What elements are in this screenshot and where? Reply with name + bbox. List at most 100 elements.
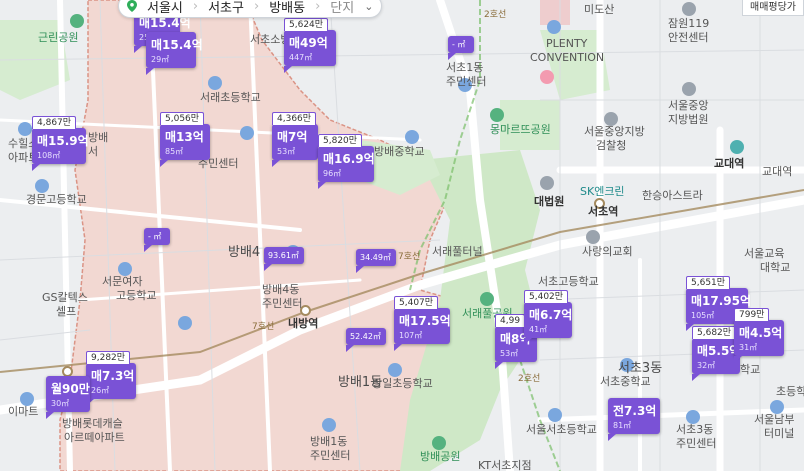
label-jamwon119: 잠원119 <box>668 17 710 30</box>
marker-unit-price: 4,366만 <box>272 112 317 125</box>
complex-filter-button[interactable]: 단지 <box>330 0 354 16</box>
label-bangbae4: 방배4 <box>228 245 261 260</box>
price-marker[interactable]: 5,682만 매5.5억 32㎡ <box>692 326 741 381</box>
label-gs: GS칼텍스 <box>42 291 88 304</box>
marker-price: 매15.9억 <box>37 134 89 148</box>
chevron-down-icon[interactable]: ⌄ <box>364 0 373 13</box>
region-filter-bar: 서울시 › 서초구 › 방배동 › 단지 ⌄ <box>118 0 383 18</box>
marker-area: 93.61㎡ <box>268 251 299 260</box>
price-marker[interactable]: 5,407만 매17.5억 107㎡ <box>394 296 451 351</box>
marker-price: 매5.5억 <box>697 344 741 358</box>
price-marker[interactable]: 34.49㎡ <box>356 249 396 273</box>
label-bangbae-middle: 방배중학교 <box>374 145 425 158</box>
marker-area: 81㎡ <box>613 421 632 430</box>
price-marker[interactable]: 4,366만 매7억 53㎡ <box>272 112 318 167</box>
park-icon <box>480 292 494 306</box>
marker-price: 매16.9억 <box>323 152 375 166</box>
marker-area: 53㎡ <box>277 147 296 156</box>
price-marker[interactable]: - ㎡ <box>448 36 474 60</box>
price-marker[interactable]: 5,402만 매6.7억 41㎡ <box>524 290 573 345</box>
price-marker[interactable]: 93.61㎡ <box>264 247 304 271</box>
marker-area: 53㎡ <box>500 349 519 358</box>
label-supreme-court: 대법원 <box>534 195 565 208</box>
marker-price: 매7.3억 <box>91 369 135 383</box>
marker-price: 매7억 <box>277 130 308 144</box>
marker-price: 매6.7억 <box>529 308 573 322</box>
label-mongmaru: 몽마르뜨공원 <box>490 123 551 136</box>
label-naebang-station: 내방역 <box>288 317 319 330</box>
marker-unit-price: 5,651만 <box>686 276 731 289</box>
label-seocho3-center2: 주민센터 <box>676 437 717 450</box>
park-icon <box>432 436 446 450</box>
price-marker[interactable]: 5,820만 매16.9억 96㎡ <box>318 134 375 189</box>
label-seoraepul: 서래풀터널 <box>432 245 483 258</box>
region-district-button[interactable]: 서초구 <box>208 0 244 16</box>
label-seoul-nambu: 서울남부 <box>754 413 795 426</box>
price-marker[interactable]: 52.42㎡ <box>346 328 386 352</box>
marker-price: 매17.95억 <box>691 294 752 308</box>
marker-area: 85㎡ <box>165 147 184 156</box>
label-gyodae: 교대역 <box>762 165 793 178</box>
label-seoul-edu2: 대학교 <box>760 261 791 274</box>
label-seocho3-center: 서초3동 <box>676 423 714 436</box>
label-geunrin-park: 근린공원 <box>38 31 79 44</box>
marker-unit-price: 9,282만 <box>86 351 131 364</box>
label-hak: 학교 <box>740 363 761 376</box>
label-seocho1-center: 서초1동 <box>446 61 484 74</box>
marker-price: 전7.3억 <box>613 404 657 418</box>
label-elem-school: 초등학교 <box>776 385 804 398</box>
label-bangbae4-center: 방배4동 <box>262 283 300 296</box>
marker-area: 107㎡ <box>399 331 423 340</box>
marker-area: - ㎡ <box>148 232 162 241</box>
marker-price: 매17.5억 <box>399 314 451 328</box>
map-canvas[interactable]: 근린공원 서래초등학교 서초소방 방배 서 수힐스 아파트 경문고등학교 방배중… <box>0 0 804 471</box>
price-marker[interactable]: - ㎡ <box>144 228 170 252</box>
label-seorae-elem: 서래초등학교 <box>200 91 261 104</box>
label-jamwon119b: 안전센터 <box>668 31 709 44</box>
price-marker[interactable]: 799만 매4.5억 31㎡ <box>734 308 784 363</box>
church-icon <box>586 230 600 244</box>
price-marker[interactable]: 5,056만 매13억 85㎡ <box>160 112 210 167</box>
map-base-layer <box>0 0 804 471</box>
label-seoul-nambu2: 터미널 <box>764 427 795 440</box>
building-icon <box>322 418 336 432</box>
price-marker[interactable]: 4,867만 매15.9억 108㎡ <box>32 116 89 171</box>
building-icon <box>240 126 254 140</box>
label-central-court2: 지방법원 <box>668 113 709 126</box>
school-icon <box>388 363 402 377</box>
label-midosan: 미도산 <box>584 3 615 16</box>
label-prosecutor: 서울중앙지방 <box>584 125 645 138</box>
marker-area: 30㎡ <box>51 399 70 408</box>
price-per-pyeong-button[interactable]: 매매평당가 <box>742 0 804 16</box>
label-seoul-edu: 서울교육 <box>744 247 785 260</box>
region-city-button[interactable]: 서울시 <box>147 0 183 16</box>
label-gs2: 셀프 <box>56 305 77 318</box>
label-seocho-station: 서초역 <box>588 205 619 218</box>
building-icon <box>686 410 700 424</box>
price-marker[interactable]: 전7.3억 81㎡ <box>608 398 660 441</box>
price-marker[interactable]: 월90만 30㎡ <box>46 376 90 419</box>
school-icon <box>35 179 49 193</box>
label-seoul-elem: 서울서초등학교 <box>526 423 597 436</box>
label-seocho1-center2: 주민센터 <box>446 75 487 88</box>
region-dong-button[interactable]: 방배동 <box>269 0 305 16</box>
label-bangbae4-center2: 주민센터 <box>262 297 303 310</box>
price-marker[interactable]: 9,282만 매7.3억 26㎡ <box>86 351 136 406</box>
school-icon <box>118 262 132 276</box>
marker-area: 29㎡ <box>151 55 170 64</box>
marker-price: 월90만 <box>51 382 90 396</box>
price-marker[interactable]: 매15.4억 29㎡ <box>146 32 203 75</box>
label-plenty2: CONVENTION <box>530 51 605 64</box>
school-icon <box>405 130 419 144</box>
marker-area: 41㎡ <box>529 325 548 334</box>
bus-icon <box>770 400 784 414</box>
marker-area: 52.42㎡ <box>350 332 381 341</box>
price-marker[interactable]: 5,624만 매49억 447㎡ <box>284 18 336 73</box>
marker-unit-price: 5,682만 <box>692 326 737 339</box>
location-pin-icon <box>127 0 137 12</box>
separator: › <box>253 0 260 14</box>
label-line7b: 7호선 <box>398 252 421 262</box>
label-plenty: PLENTY <box>546 37 588 50</box>
marker-area: 447㎡ <box>289 53 313 62</box>
fire-station-icon <box>682 2 696 16</box>
